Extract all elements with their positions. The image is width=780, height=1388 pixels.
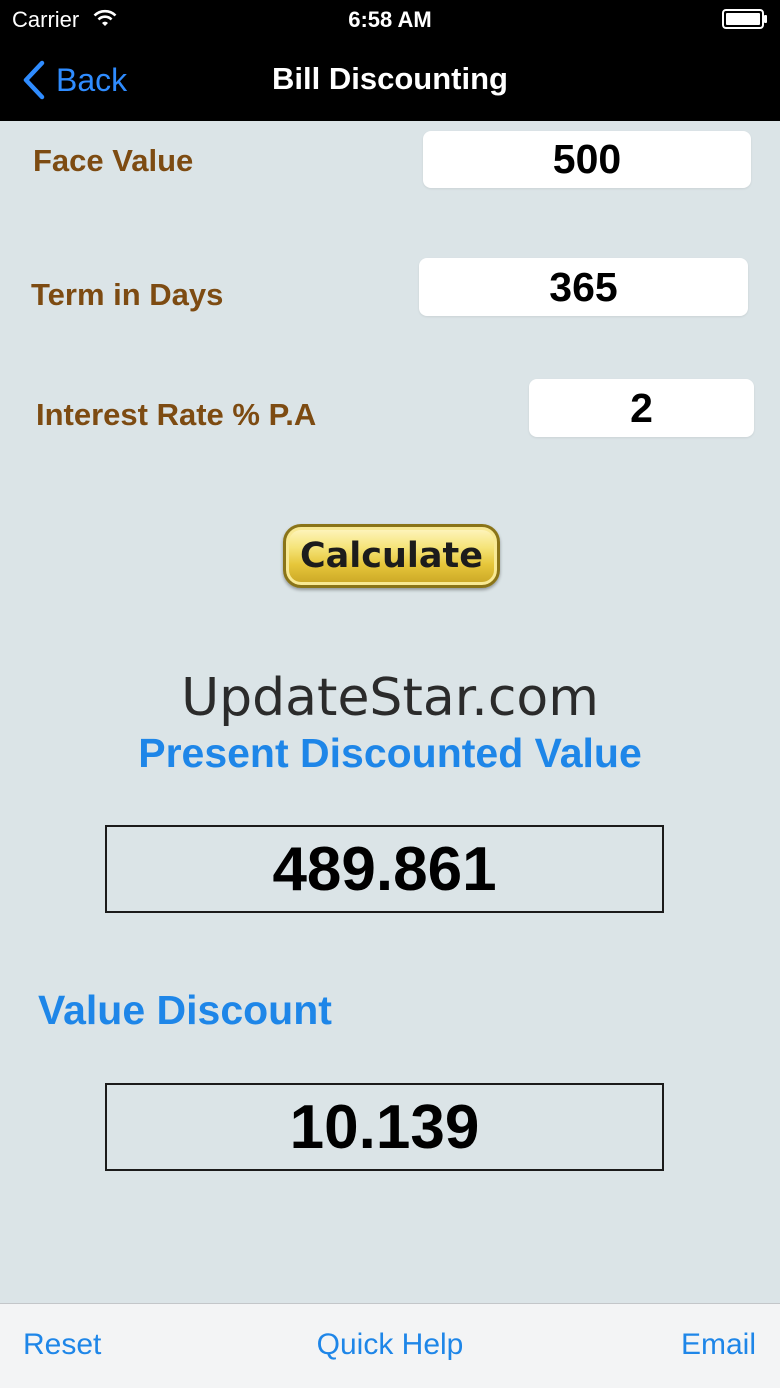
face-value-input[interactable] [423, 131, 751, 188]
term-days-input[interactable] [419, 258, 748, 316]
watermark-text: UpdateStar.com [181, 668, 599, 728]
quick-help-button[interactable]: Quick Help [0, 1328, 780, 1362]
present-value-heading: Present Discounted Value [138, 730, 642, 776]
navigation-bar: Carrier 6:58 AM Back Bill Discounting [0, 0, 780, 121]
interest-rate-input[interactable] [529, 379, 754, 437]
email-button[interactable]: Email [681, 1328, 756, 1362]
value-discount-heading: Value Discount [38, 987, 332, 1033]
status-time: 6:58 AM [348, 7, 432, 32]
face-value-label: Face Value [33, 143, 194, 178]
interest-rate-label: Interest Rate % P.A [36, 397, 317, 432]
present-value-output: 489.861 [105, 825, 664, 913]
calculate-button[interactable]: Calculate [283, 524, 500, 588]
value-discount-value: 10.139 [289, 1092, 480, 1162]
bottom-toolbar: Reset Quick Help Email [0, 1303, 780, 1388]
calculate-button-label: Calculate [299, 536, 484, 576]
present-value-value: 489.861 [272, 834, 497, 904]
page-title: Bill Discounting [272, 61, 508, 96]
value-discount-output: 10.139 [105, 1083, 664, 1171]
term-days-label: Term in Days [31, 277, 224, 312]
battery-icon [722, 9, 767, 29]
